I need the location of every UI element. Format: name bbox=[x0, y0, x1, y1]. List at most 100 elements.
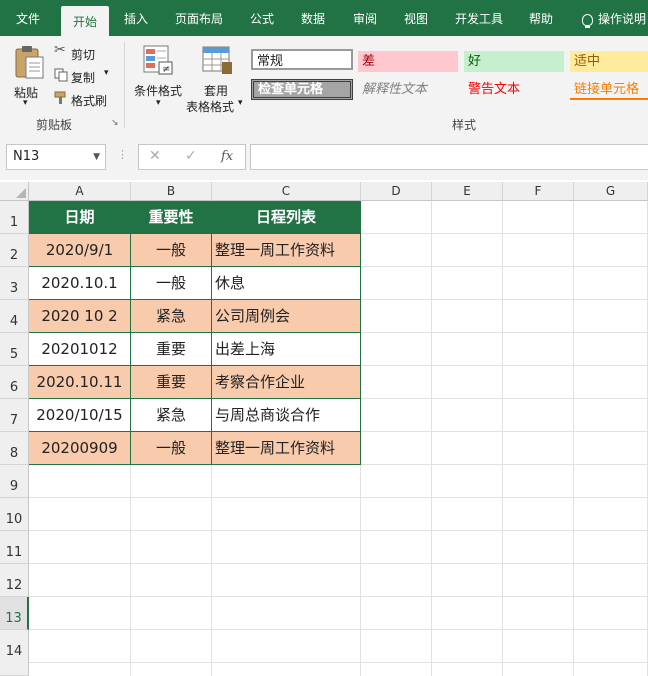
enter-icon[interactable]: ✓ bbox=[185, 148, 197, 164]
row-header-8[interactable]: 8 bbox=[0, 432, 29, 465]
tab-insert[interactable]: 插入 bbox=[113, 0, 159, 36]
chevron-down-icon: ▾ bbox=[104, 68, 109, 78]
style-neutral[interactable]: 适中 bbox=[570, 51, 648, 72]
style-good[interactable]: 好 bbox=[464, 51, 564, 72]
chevron-down-icon[interactable]: ▼ bbox=[93, 145, 100, 169]
table-cell-date[interactable]: 2020 10 2 bbox=[29, 300, 131, 333]
table-cell-importance[interactable]: 重要 bbox=[131, 333, 212, 366]
table-header-importance[interactable]: 重要性 bbox=[131, 201, 212, 234]
gridline bbox=[431, 201, 432, 676]
table-cell-importance[interactable]: 一般 bbox=[131, 432, 212, 465]
style-check-cell[interactable]: 检查单元格 bbox=[251, 79, 353, 100]
tab-page-layout[interactable]: 页面布局 bbox=[164, 0, 234, 36]
table-cell-importance[interactable]: 一般 bbox=[131, 267, 212, 300]
paste-icon bbox=[15, 46, 44, 79]
conditional-format-button[interactable]: ≠ 条件格式 ▾ bbox=[130, 42, 186, 110]
table-cell-date[interactable]: 2020/10/15 bbox=[29, 399, 131, 432]
insert-function-button[interactable]: fx bbox=[221, 149, 233, 164]
column-header-b[interactable]: B bbox=[131, 182, 212, 201]
row-header-10[interactable]: 10 bbox=[0, 498, 29, 531]
row-header-3[interactable]: 3 bbox=[0, 267, 29, 300]
tab-formulas[interactable]: 公式 bbox=[240, 0, 284, 36]
name-box[interactable]: N13 ▼ bbox=[6, 144, 106, 170]
tab-file[interactable]: 文件 bbox=[0, 0, 56, 36]
lightbulb-icon bbox=[582, 14, 593, 28]
tab-view[interactable]: 视图 bbox=[393, 0, 439, 36]
style-bad[interactable]: 差 bbox=[358, 51, 458, 72]
dialog-launcher-icon[interactable]: ↘ bbox=[111, 118, 119, 128]
column-header-e[interactable]: E bbox=[432, 182, 503, 201]
table-cell-schedule[interactable]: 整理一周工作资料 bbox=[212, 234, 361, 267]
table-cell-date[interactable]: 2020/9/1 bbox=[29, 234, 131, 267]
row-header-13[interactable]: 13 bbox=[0, 597, 29, 630]
table-cell-schedule[interactable]: 休息 bbox=[212, 267, 361, 300]
row-header-1[interactable]: 1 bbox=[0, 201, 29, 234]
table-cell-schedule[interactable]: 整理一周工作资料 bbox=[212, 432, 361, 465]
conditional-format-label: 条件格式 bbox=[134, 84, 183, 98]
tab-home[interactable]: 开始 bbox=[61, 6, 109, 36]
table-cell-date[interactable]: 20200909 bbox=[29, 432, 131, 465]
gridline bbox=[29, 563, 648, 564]
select-all-icon bbox=[16, 188, 26, 198]
row-header-5[interactable]: 5 bbox=[0, 333, 29, 366]
table-cell-schedule[interactable]: 考察合作企业 bbox=[212, 366, 361, 399]
row-header-6[interactable]: 6 bbox=[0, 366, 29, 399]
paste-button[interactable]: 粘贴 ▾ bbox=[10, 42, 46, 108]
gridline bbox=[29, 596, 648, 597]
style-warning[interactable]: 警告文本 bbox=[464, 79, 564, 100]
table-cell-schedule[interactable]: 与周总商谈合作 bbox=[212, 399, 361, 432]
column-header-d[interactable]: D bbox=[361, 182, 432, 201]
table-cell-importance[interactable]: 紧急 bbox=[131, 300, 212, 333]
cancel-icon[interactable]: ✕ bbox=[149, 148, 161, 164]
formula-buttons: ✕ ✓ fx bbox=[138, 144, 246, 170]
copy-button[interactable]: 复制 ▾ bbox=[52, 67, 118, 85]
chevron-down-icon: ▾ bbox=[238, 98, 243, 108]
gridline bbox=[502, 201, 503, 676]
style-normal[interactable]: 常规 bbox=[251, 49, 353, 70]
gridline bbox=[29, 629, 648, 630]
table-cell-importance[interactable]: 重要 bbox=[131, 366, 212, 399]
select-all-button[interactable] bbox=[0, 182, 29, 201]
cut-label: 剪切 bbox=[71, 48, 96, 62]
table-cell-date[interactable]: 2020.10.1 bbox=[29, 267, 131, 300]
table-cell-schedule[interactable]: 出差上海 bbox=[212, 333, 361, 366]
table-cell-date[interactable]: 20201012 bbox=[29, 333, 131, 366]
table-header-date[interactable]: 日期 bbox=[29, 201, 131, 234]
ribbon-home: 粘贴 ▾ ✂ 剪切 复制 ▾ 格式刷 剪贴板 ↘ ≠ 条件格式 ▾ 套用 表格格… bbox=[0, 36, 648, 135]
table-cell-date[interactable]: 2020.10.11 bbox=[29, 366, 131, 399]
table-format-label-1: 套用 bbox=[204, 84, 229, 98]
format-painter-button[interactable]: 格式刷 bbox=[52, 90, 118, 108]
table-cell-importance[interactable]: 一般 bbox=[131, 234, 212, 267]
style-linked-cell[interactable]: 链接单元格 bbox=[570, 79, 648, 100]
column-header-f[interactable]: F bbox=[503, 182, 574, 201]
ribbon-tab-bar: 文件 开始 插入 页面布局 公式 数据 审阅 视图 开发工具 帮助 操作说明 bbox=[0, 0, 648, 36]
column-header-c[interactable]: C bbox=[212, 182, 361, 201]
format-as-table-button[interactable]: 套用 表格格式 ▾ bbox=[186, 42, 248, 114]
scissors-icon: ✂ bbox=[54, 42, 66, 58]
tab-review[interactable]: 审阅 bbox=[342, 0, 388, 36]
row-header-4[interactable]: 4 bbox=[0, 300, 29, 333]
cut-button[interactable]: ✂ 剪切 bbox=[52, 42, 112, 62]
svg-text:≠: ≠ bbox=[162, 64, 170, 75]
table-format-icon bbox=[202, 46, 232, 74]
table-cell-importance[interactable]: 紧急 bbox=[131, 399, 212, 432]
row-header-11[interactable]: 11 bbox=[0, 531, 29, 564]
table-header-schedule[interactable]: 日程列表 bbox=[212, 201, 361, 234]
column-header-g[interactable]: G bbox=[574, 182, 648, 201]
row-header-7[interactable]: 7 bbox=[0, 399, 29, 432]
tab-help[interactable]: 帮助 bbox=[518, 0, 564, 36]
clipboard-group-label: 剪贴板 bbox=[36, 118, 73, 132]
column-header-a[interactable]: A bbox=[29, 182, 131, 201]
row-header-2[interactable]: 2 bbox=[0, 234, 29, 267]
formula-input[interactable] bbox=[250, 144, 648, 170]
row-header-12[interactable]: 12 bbox=[0, 564, 29, 597]
brush-icon bbox=[54, 91, 66, 104]
tab-data[interactable]: 数据 bbox=[290, 0, 336, 36]
tab-developer[interactable]: 开发工具 bbox=[444, 0, 514, 36]
copy-icon bbox=[54, 68, 68, 82]
row-header-9[interactable]: 9 bbox=[0, 465, 29, 498]
row-header-14[interactable]: 14 bbox=[0, 630, 29, 676]
style-explanatory[interactable]: 解释性文本 bbox=[358, 79, 458, 100]
table-cell-schedule[interactable]: 公司周例会 bbox=[212, 300, 361, 333]
tab-tell-me[interactable]: 操作说明 bbox=[598, 0, 648, 36]
